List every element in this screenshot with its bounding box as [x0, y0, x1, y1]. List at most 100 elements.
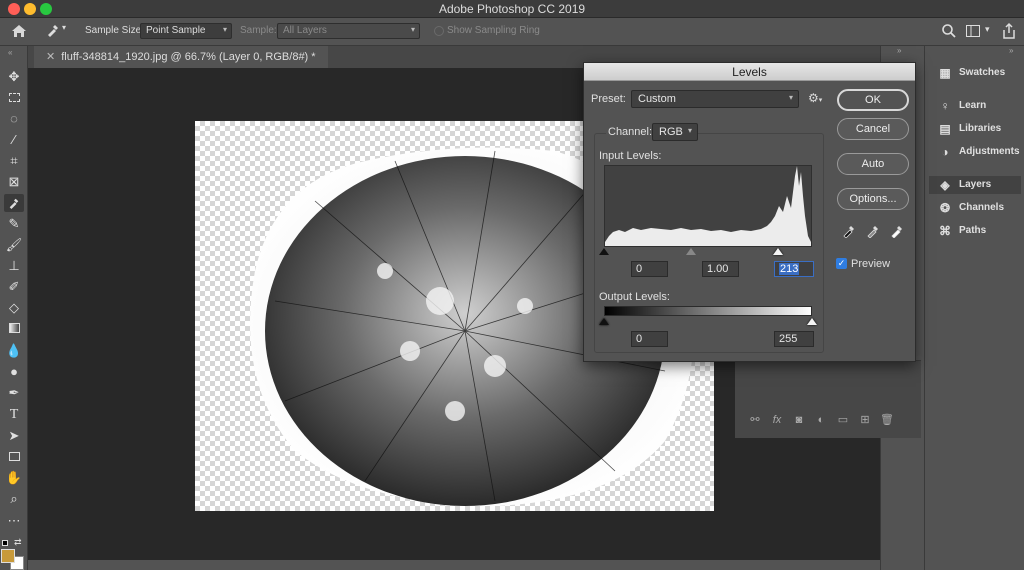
blur-tool-icon[interactable]: 💧: [4, 342, 24, 360]
link-layers-icon[interactable]: ⚯: [744, 413, 766, 426]
lightbulb-icon: ♀: [940, 99, 950, 113]
output-white-point-slider[interactable]: [807, 318, 817, 325]
panel-item-channels[interactable]: ❂ Channels: [933, 199, 1021, 217]
crop-tool-icon[interactable]: ⌗: [4, 152, 24, 170]
sample-size-select[interactable]: Point Sample ▾: [140, 23, 232, 39]
paths-icon: ⌘: [939, 224, 951, 238]
chevron-down-icon: ▾: [410, 25, 415, 34]
input-gamma-field[interactable]: 1.00: [702, 261, 739, 277]
cancel-button[interactable]: Cancel: [837, 118, 909, 140]
collapse-toolbar-icon[interactable]: «: [8, 48, 12, 57]
output-black-point-slider[interactable]: [599, 318, 609, 325]
output-black-field[interactable]: 0: [631, 331, 668, 347]
panel-item-layers[interactable]: ◈ Layers: [929, 176, 1021, 194]
layer-mask-icon[interactable]: ◙: [788, 414, 810, 426]
collapse-panels-icon[interactable]: »: [897, 46, 901, 55]
color-chips[interactable]: ⇄: [0, 537, 28, 570]
input-white-point-slider[interactable]: [773, 248, 783, 255]
path-selection-tool-icon[interactable]: ➤: [4, 427, 24, 445]
output-black-value: 0: [636, 333, 643, 345]
sample-select[interactable]: All Layers ▾: [277, 23, 420, 39]
eyedropper-tool-preset-icon[interactable]: ▾: [46, 23, 72, 39]
gradient-tool-icon[interactable]: [4, 320, 24, 338]
panel-item-label: Learn: [959, 100, 987, 111]
adjustment-layer-icon[interactable]: ◐: [810, 414, 832, 426]
type-tool-icon[interactable]: T: [4, 406, 24, 424]
clone-stamp-tool-icon[interactable]: ⊥: [4, 257, 24, 275]
input-black-value: 0: [636, 263, 643, 275]
lasso-tool-icon[interactable]: ◌: [4, 110, 24, 128]
channels-icon: ❂: [939, 201, 951, 215]
panel-item-swatches[interactable]: ▦ Swatches: [933, 64, 1021, 82]
options-button[interactable]: Options...: [837, 188, 909, 210]
channel-value: RGB: [659, 126, 683, 138]
panel-item-paths[interactable]: ⌘ Paths: [933, 222, 1021, 240]
levels-dialog: Levels Preset: Custom ▾ ⚙▾ Channel: RGB …: [583, 62, 916, 362]
search-icon[interactable]: [941, 23, 957, 39]
sample-value: All Layers: [283, 25, 327, 36]
brush-tool-icon[interactable]: 🖌: [4, 236, 24, 254]
white-point-eyedropper-icon[interactable]: [889, 224, 905, 240]
dodge-tool-icon[interactable]: ●: [4, 363, 24, 381]
workspace-menu-chevron-icon[interactable]: ▾: [985, 24, 993, 38]
close-tab-icon[interactable]: ✕: [46, 51, 55, 63]
eyedropper-tool-icon[interactable]: [4, 194, 24, 212]
output-white-field[interactable]: 255: [774, 331, 814, 347]
show-sampling-ring-checkbox[interactable]: [434, 26, 444, 36]
healing-brush-tool-icon[interactable]: ✎: [4, 215, 24, 233]
panel-item-label: Swatches: [959, 67, 1006, 78]
frame-tool-icon[interactable]: ⊠: [4, 173, 24, 191]
fx-icon[interactable]: fx: [766, 414, 788, 426]
more-tools-icon[interactable]: ⋯: [4, 512, 24, 530]
collapse-right-panel-icon[interactable]: »: [1009, 46, 1013, 55]
chevron-down-icon: ▾: [788, 93, 793, 102]
input-black-point-slider[interactable]: [599, 248, 609, 255]
eraser-tool-icon[interactable]: ◇: [4, 299, 24, 317]
move-tool-icon[interactable]: ✥: [4, 68, 24, 86]
layers-icon: ◈: [940, 178, 950, 192]
swap-colors-icon[interactable]: ⇄: [14, 537, 22, 548]
options-bar: ▾ Sample Size: Point Sample ▾ Sample: Al…: [0, 18, 1024, 46]
foreground-color-swatch[interactable]: [1, 549, 15, 563]
panel-item-adjustments[interactable]: ◑ Adjustments: [933, 143, 1021, 161]
app-title: Adobe Photoshop CC 2019: [438, 2, 586, 16]
panel-item-label: Libraries: [959, 123, 1002, 134]
preset-select[interactable]: Custom ▾: [631, 90, 799, 108]
zoom-tool-icon[interactable]: ⌕: [4, 490, 24, 508]
input-black-field[interactable]: 0: [631, 261, 668, 277]
library-icon: ▤: [939, 122, 951, 136]
preview-label: Preview: [851, 258, 891, 270]
right-panel-stack: » ▦ Swatches ♀ Learn ▤ Libraries ◑ Adjustmen…: [924, 46, 1024, 570]
channel-select[interactable]: RGB ▾: [652, 123, 698, 141]
auto-button[interactable]: Auto: [837, 153, 909, 175]
history-brush-tool-icon[interactable]: ✐: [4, 278, 24, 296]
share-icon[interactable]: [1001, 22, 1017, 40]
output-gradient-bar: [604, 306, 812, 316]
input-levels-label: Input Levels:: [599, 150, 662, 162]
default-colors-icon[interactable]: [2, 540, 8, 546]
layers-panel-footer: ⚯ fx ◙ ◐ ▭ ⊞ 🗑: [744, 413, 914, 429]
document-tab[interactable]: ✕ fluff-348814_1920.jpg @ 66.7% (Layer 0,…: [34, 46, 328, 68]
chevron-down-icon: ▾: [222, 25, 227, 34]
workspace-layout-icon[interactable]: [965, 23, 981, 39]
preview-checkbox[interactable]: ✓: [836, 258, 847, 269]
home-icon[interactable]: [10, 23, 28, 39]
rectangle-tool-icon[interactable]: [4, 448, 24, 466]
trash-icon[interactable]: 🗑: [876, 413, 898, 426]
input-gamma-slider[interactable]: [686, 248, 696, 255]
preset-value: Custom: [638, 93, 676, 105]
input-white-field[interactable]: 213: [774, 261, 814, 277]
marquee-tool-icon[interactable]: [4, 89, 24, 107]
magic-wand-tool-icon[interactable]: ⁄: [4, 131, 24, 149]
group-folder-icon[interactable]: ▭: [832, 413, 854, 426]
panel-item-libraries[interactable]: ▤ Libraries: [933, 120, 1021, 138]
hand-tool-icon[interactable]: ✋: [4, 469, 24, 487]
pen-tool-icon[interactable]: ✒: [4, 384, 24, 402]
gray-point-eyedropper-icon[interactable]: [865, 224, 881, 240]
preset-options-gear-icon[interactable]: ⚙▾: [808, 91, 822, 105]
ok-button[interactable]: OK: [837, 89, 909, 111]
new-layer-icon[interactable]: ⊞: [854, 413, 876, 426]
panel-item-learn[interactable]: ♀ Learn: [933, 97, 1021, 115]
tools-panel: « ✥ ◌ ⁄ ⌗ ⊠ ✎ 🖌 ⊥ ✐ ◇ 💧 ● ✒ T ➤ ✋ ⌕ ⋯: [0, 46, 28, 570]
black-point-eyedropper-icon[interactable]: [841, 224, 857, 240]
